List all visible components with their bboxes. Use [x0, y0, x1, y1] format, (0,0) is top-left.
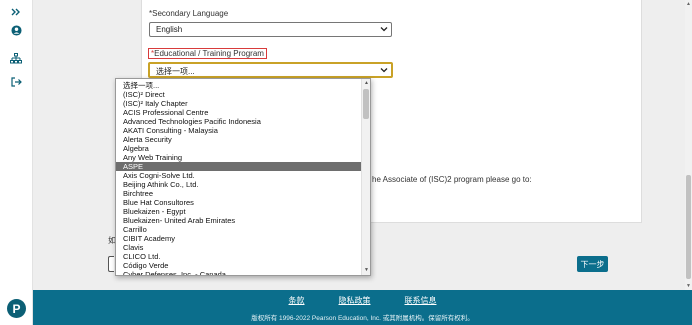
chevrons-right-icon[interactable]: [8, 4, 24, 20]
dropdown-option[interactable]: Carrillo: [116, 225, 362, 234]
pearson-logo: P: [7, 299, 26, 318]
footer-links: 条款 隐私政策 联系信息: [33, 295, 692, 306]
scroll-up-icon[interactable]: ▲: [363, 80, 370, 87]
secondary-language-label: *Secondary Language: [149, 9, 229, 18]
dropdown-option[interactable]: AKATI Consulting - Malaysia: [116, 126, 362, 135]
dropdown-scroll-thumb[interactable]: [363, 89, 369, 119]
footer: 条款 隐私政策 联系信息 版权所有 1996-2022 Pearson Educ…: [33, 290, 692, 325]
dropdown-option[interactable]: CIBIT Academy: [116, 234, 362, 243]
page-scrollbar[interactable]: ▲ ▼: [685, 0, 692, 290]
secondary-language-select[interactable]: English: [149, 22, 392, 37]
dropdown-option[interactable]: CLICO Ltd.: [116, 252, 362, 261]
dropdown-option[interactable]: Clavis: [116, 243, 362, 252]
dropdown-option[interactable]: Beijing Athink Co., Ltd.: [116, 180, 362, 189]
chevron-down-icon: [380, 68, 388, 73]
user-circle-icon[interactable]: [8, 22, 24, 38]
dropdown-option[interactable]: Bluekaizen- United Arab Emirates: [116, 216, 362, 225]
copyright-text: 版权所有 1996-2022 Pearson Education, Inc. 或…: [251, 315, 474, 322]
next-button[interactable]: 下一步: [577, 256, 608, 272]
program-dropdown-list[interactable]: 选择一项... (ISC)² Direct (ISC)² Italy Chapter…: [115, 78, 371, 276]
dropdown-option[interactable]: (ISC)² Italy Chapter: [116, 99, 362, 108]
dropdown-option[interactable]: Código Verde: [116, 261, 362, 270]
dropdown-option[interactable]: Any Web Training: [116, 153, 362, 162]
footer-link-privacy[interactable]: 隐私政策: [339, 295, 371, 306]
associate-info-text: he Associate of (ISC)2 program please go…: [372, 175, 532, 184]
program-select[interactable]: 选择一项...: [148, 62, 393, 78]
dropdown-option[interactable]: Advanced Technologies Pacific Indonesia: [116, 117, 362, 126]
sign-out-icon[interactable]: [8, 74, 24, 90]
dropdown-option[interactable]: (ISC)² Direct: [116, 90, 362, 99]
dropdown-option[interactable]: Cyber Defenses, Inc. - Canada: [116, 270, 362, 275]
page-scroll-down-icon[interactable]: ▼: [685, 283, 692, 289]
footer-link-contact[interactable]: 联系信息: [405, 295, 437, 306]
dropdown-option[interactable]: Bluekaizen - Egypt: [116, 207, 362, 216]
dropdown-scrollbar[interactable]: ▲ ▼: [361, 79, 370, 275]
dropdown-option[interactable]: Alerta Security: [116, 135, 362, 144]
scroll-down-icon[interactable]: ▼: [363, 267, 370, 274]
previous-button[interactable]: [108, 256, 114, 272]
sidebar: P: [0, 0, 33, 325]
dropdown-option[interactable]: Blue Hat Consultores: [116, 198, 362, 207]
dropdown-option[interactable]: ACIS Professional Centre: [116, 108, 362, 117]
dropdown-option[interactable]: Birchtree: [116, 189, 362, 198]
dropdown-option[interactable]: ASPE: [116, 162, 362, 171]
chevron-down-icon: [380, 27, 388, 32]
secondary-language-value: English: [156, 25, 183, 34]
program-label: *Educational / Training Program: [148, 48, 267, 59]
program-label-text: Educational / Training Program: [154, 49, 264, 58]
page-scroll-thumb[interactable]: [686, 175, 691, 279]
footer-link-terms[interactable]: 条款: [289, 295, 305, 306]
dropdown-option[interactable]: 选择一项...: [116, 81, 362, 90]
sitemap-icon[interactable]: [8, 50, 24, 66]
page-scroll-up-icon[interactable]: ▲: [685, 1, 692, 7]
option-list: 选择一项... (ISC)² Direct (ISC)² Italy Chapter…: [116, 81, 362, 275]
dropdown-option[interactable]: Algebra: [116, 144, 362, 153]
dropdown-option[interactable]: Axis Cogni-Solve Ltd.: [116, 171, 362, 180]
program-select-value: 选择一项...: [156, 67, 195, 76]
